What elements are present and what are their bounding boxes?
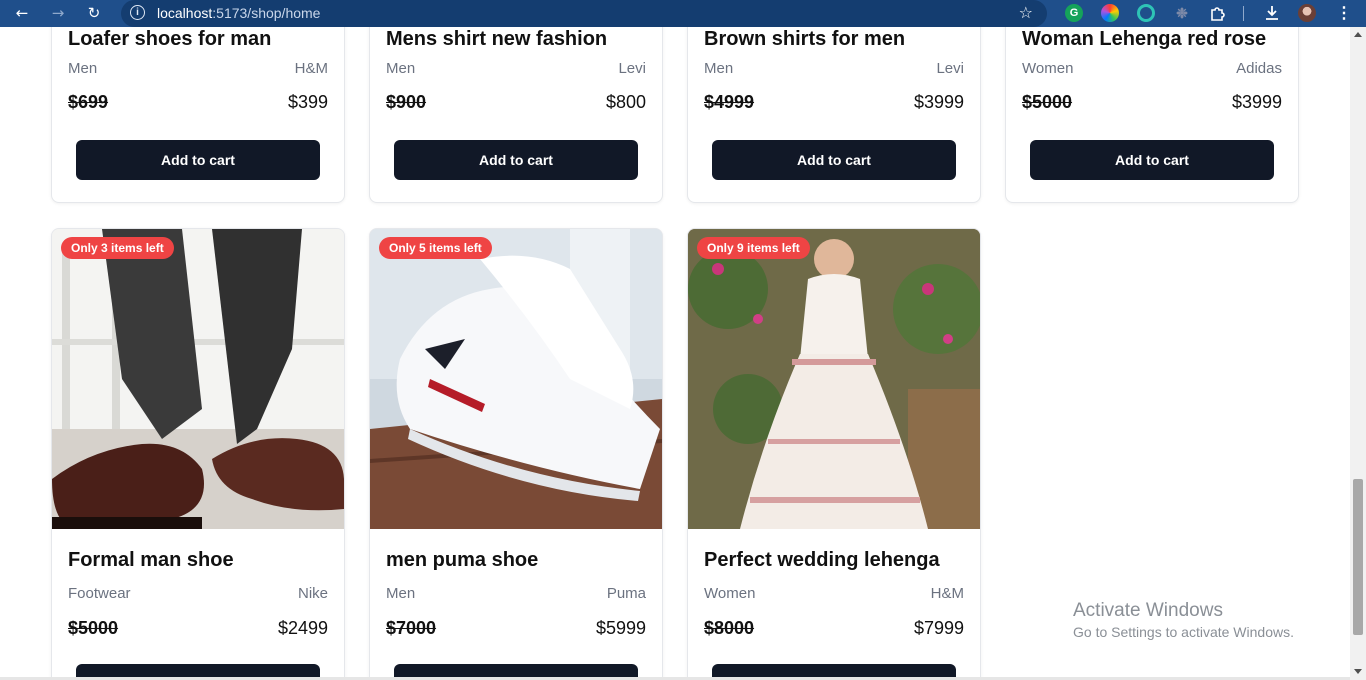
add-to-cart-button[interactable]: Add to cart bbox=[1030, 140, 1274, 180]
sale-price: $399 bbox=[287, 92, 328, 112]
original-price: $7000 bbox=[386, 618, 437, 638]
product-category: Women bbox=[704, 585, 756, 602]
bookmark-star-icon[interactable]: ☆ bbox=[1019, 3, 1033, 22]
product-category: Men bbox=[386, 585, 416, 602]
product-image[interactable] bbox=[370, 229, 662, 529]
original-price: $5000 bbox=[68, 618, 119, 638]
scrollbar-thumb[interactable] bbox=[1353, 479, 1363, 635]
download-icon[interactable] bbox=[1263, 4, 1281, 22]
watermark-title: Activate Windows bbox=[1073, 600, 1223, 621]
grammarly-extension-icon[interactable]: G bbox=[1065, 4, 1083, 22]
product-card[interactable]: Only 3 items left Formal man shoe Footwe… bbox=[51, 228, 345, 677]
url-path: :5173/shop/home bbox=[212, 5, 321, 21]
product-category: Men bbox=[386, 60, 416, 77]
sale-price: $800 bbox=[605, 92, 646, 112]
sale-price: $3999 bbox=[913, 92, 964, 112]
white-sneaker-photo bbox=[370, 229, 662, 529]
product-image[interactable] bbox=[52, 229, 344, 529]
target-extension-icon[interactable] bbox=[1137, 4, 1155, 22]
product-title: Woman Lehenga red rose bbox=[1022, 28, 1267, 50]
activate-windows-watermark: Activate Windows Go to Settings to activ… bbox=[1073, 600, 1294, 640]
browser-toolbar: ← → ↻ i localhost:5173/shop/home ☆ G ❉ ⋮ bbox=[0, 0, 1366, 27]
product-card[interactable]: Mens shirt new fashion Men Levi $900 $800 … bbox=[369, 27, 663, 203]
product-category: Men bbox=[68, 60, 98, 77]
profile-avatar[interactable] bbox=[1298, 4, 1316, 22]
original-price: $699 bbox=[68, 92, 109, 112]
sale-price: $3999 bbox=[1231, 92, 1282, 112]
product-title: Formal man shoe bbox=[68, 549, 234, 571]
product-brand: Nike bbox=[297, 585, 328, 602]
add-to-cart-button[interactable]: Add to cart bbox=[76, 140, 320, 180]
bug-extension-icon[interactable]: ❉ bbox=[1173, 4, 1191, 22]
sale-price: $7999 bbox=[913, 618, 964, 638]
product-category: Men bbox=[704, 60, 734, 77]
add-to-cart-button[interactable]: Add to cart bbox=[76, 664, 320, 677]
add-to-cart-button[interactable]: Add to cart bbox=[712, 664, 956, 677]
original-price: $8000 bbox=[704, 618, 755, 638]
product-card[interactable]: Only 5 items left men puma shoe Men Puma … bbox=[369, 228, 663, 677]
vertical-scrollbar[interactable] bbox=[1350, 27, 1366, 680]
add-to-cart-button[interactable]: Add to cart bbox=[712, 140, 956, 180]
url-host: localhost bbox=[157, 5, 213, 21]
scroll-down-arrow-icon[interactable] bbox=[1354, 669, 1362, 674]
product-card[interactable]: Only 9 items left Perfect wedding leheng… bbox=[687, 228, 981, 677]
scroll-up-arrow-icon[interactable] bbox=[1354, 32, 1362, 37]
stock-badge: Only 9 items left bbox=[697, 237, 810, 259]
product-title: Loafer shoes for man bbox=[68, 28, 272, 50]
shop-page: Loafer shoes for man Men H&M $699 $399 Add… bbox=[0, 27, 1350, 677]
stock-badge: Only 5 items left bbox=[379, 237, 492, 259]
add-to-cart-button[interactable]: Add to cart bbox=[394, 664, 638, 677]
product-image[interactable] bbox=[688, 229, 980, 529]
toolbar-separator bbox=[1243, 6, 1244, 21]
sale-price: $5999 bbox=[595, 618, 646, 638]
product-title: Perfect wedding lehenga bbox=[704, 549, 940, 571]
original-price: $5000 bbox=[1022, 92, 1073, 112]
product-card[interactable]: Brown shirts for men Men Levi $4999 $3999 … bbox=[687, 27, 981, 203]
product-category: Women bbox=[1022, 60, 1074, 77]
white-dress-photo bbox=[688, 229, 980, 529]
product-card[interactable]: Loafer shoes for man Men H&M $699 $399 Add… bbox=[51, 27, 345, 203]
product-category: Footwear bbox=[68, 585, 131, 602]
stock-badge: Only 3 items left bbox=[61, 237, 174, 259]
url-text[interactable]: localhost:5173/shop/home bbox=[157, 5, 320, 21]
product-title: Brown shirts for men bbox=[704, 28, 906, 50]
product-brand: Adidas bbox=[1236, 60, 1282, 77]
extensions-puzzle-icon[interactable] bbox=[1209, 4, 1227, 22]
browser-menu-icon[interactable]: ⋮ bbox=[1335, 4, 1353, 22]
brown-loafer-shoes-photo bbox=[52, 229, 344, 529]
add-to-cart-button[interactable]: Add to cart bbox=[394, 140, 638, 180]
site-info-icon[interactable]: i bbox=[130, 5, 145, 20]
sale-price: $2499 bbox=[277, 618, 328, 638]
product-brand: Puma bbox=[606, 585, 646, 602]
product-brand: Levi bbox=[618, 60, 646, 77]
product-title: men puma shoe bbox=[386, 549, 539, 571]
product-card[interactable]: Woman Lehenga red rose Women Adidas $5000… bbox=[1005, 27, 1299, 203]
product-brand: Levi bbox=[936, 60, 964, 77]
product-brand: H&M bbox=[294, 60, 328, 77]
forward-arrow-icon[interactable]: → bbox=[47, 2, 69, 24]
product-title: Mens shirt new fashion bbox=[386, 28, 608, 50]
original-price: $900 bbox=[386, 92, 427, 112]
original-price: $4999 bbox=[704, 92, 755, 112]
product-brand: H&M bbox=[930, 585, 964, 602]
back-arrow-icon[interactable]: ← bbox=[11, 2, 33, 24]
address-bar[interactable]: i localhost:5173/shop/home ☆ bbox=[121, 0, 1047, 27]
watermark-subtitle: Go to Settings to activate Windows. bbox=[1073, 624, 1294, 640]
color-picker-extension-icon[interactable] bbox=[1101, 4, 1119, 22]
reload-icon[interactable]: ↻ bbox=[83, 2, 105, 24]
